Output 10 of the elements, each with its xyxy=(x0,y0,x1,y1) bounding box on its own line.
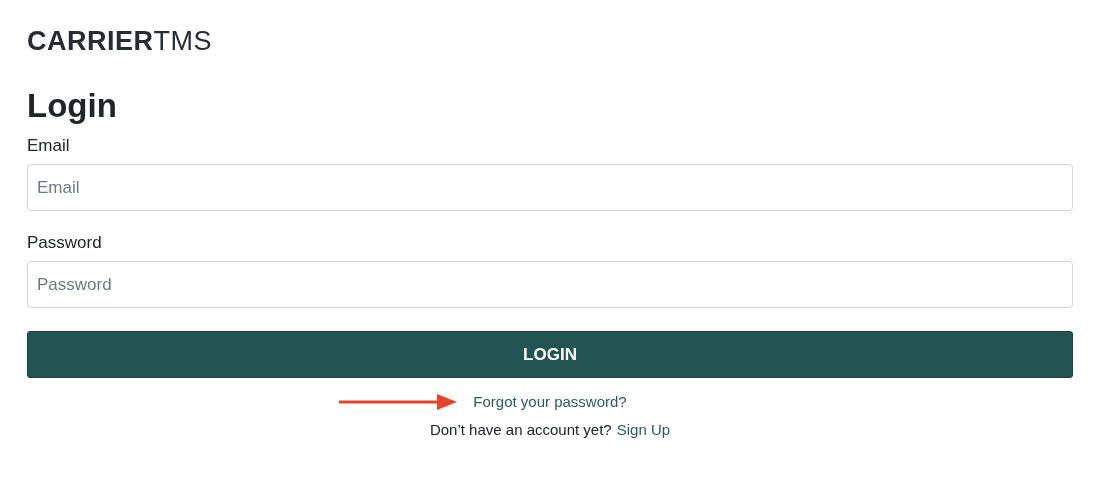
field-label: Password xyxy=(27,232,102,254)
logo: CARRIERTMS xyxy=(27,26,212,56)
sign-up-link[interactable]: Sign Up xyxy=(616,420,671,440)
input-field[interactable]: Email xyxy=(27,164,1073,211)
forgot-password-link[interactable]: Forgot your password? xyxy=(473,393,627,410)
page-title: Login xyxy=(27,86,117,126)
field-label: Email xyxy=(27,135,70,157)
signup-prompt: Don’t have an account yet? xyxy=(429,420,612,440)
input-field[interactable]: Password xyxy=(27,261,1073,308)
login-button[interactable]: LOGIN xyxy=(27,331,1073,378)
